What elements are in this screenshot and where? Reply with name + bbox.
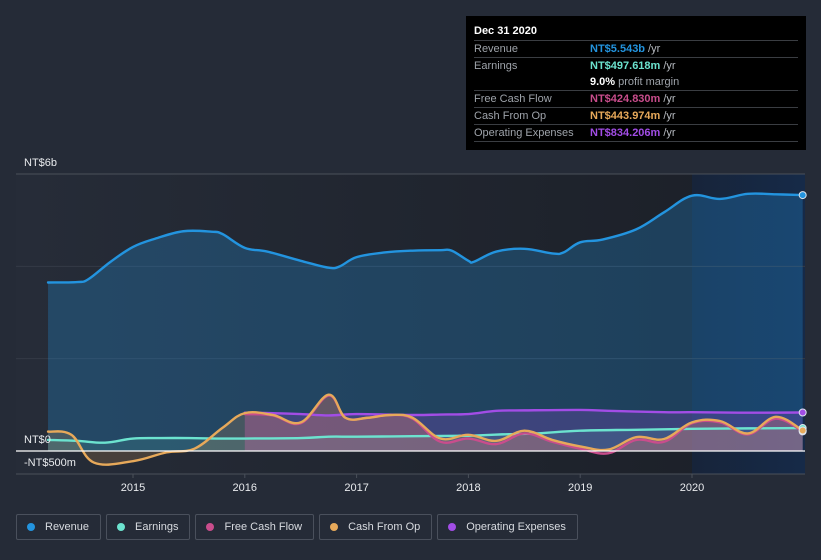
tooltip-value: NT$497.618m: [590, 60, 661, 72]
operating-expenses-end-point: [798, 408, 807, 417]
tooltip-row-earnings: Earnings NT$497.618m /yr: [474, 58, 798, 74]
x-tick-label: 2016: [233, 482, 257, 494]
tooltip-label: Cash From Op: [474, 110, 547, 122]
revenue-end-point: [798, 191, 807, 200]
profit-margin-label: profit margin: [618, 76, 680, 88]
tooltip-row-opex: Operating Expenses NT$834.206m /yr: [474, 125, 798, 142]
x-tick-label: 2019: [568, 482, 592, 494]
x-tick-label: 2015: [121, 482, 145, 494]
x-tick-label: 2017: [344, 482, 368, 494]
tooltip-unit: /yr: [663, 127, 676, 139]
tooltip-value: NT$5.543b: [590, 43, 646, 55]
legend-label: Earnings: [135, 521, 179, 533]
tooltip-unit: /yr: [663, 60, 676, 72]
legend-label: Free Cash Flow: [224, 521, 303, 533]
tooltip-row-cfo: Cash From Op NT$443.974m /yr: [474, 108, 798, 125]
tooltip-date: Dec 31 2020: [474, 23, 798, 41]
legend-label: Revenue: [45, 521, 90, 533]
legend-item-earnings[interactable]: Earnings: [106, 514, 191, 540]
operating-expenses-dot-icon: [448, 523, 457, 531]
x-tick-label: 2020: [680, 482, 704, 494]
tooltip-row-revenue: Revenue NT$5.543b /yr: [474, 41, 798, 58]
legend-item-revenue[interactable]: Revenue: [16, 514, 102, 540]
legend-item-free-cash-flow[interactable]: Free Cash Flow: [195, 514, 315, 540]
cash-from-op-end-point: [798, 426, 807, 435]
tooltip-label: Earnings: [474, 60, 518, 72]
x-tick-label: 2018: [456, 482, 480, 494]
tooltip-label: Operating Expenses: [474, 127, 574, 139]
tooltip-row-fcf: Free Cash Flow NT$424.830m /yr: [474, 91, 798, 108]
tooltip-unit: /yr: [648, 43, 661, 55]
revenue-dot-icon: [27, 523, 35, 531]
free-cash-flow-dot-icon: [206, 523, 215, 531]
tooltip: Dec 31 2020 Revenue NT$5.543b /yr Earnin…: [466, 16, 806, 150]
tooltip-label: Free Cash Flow: [474, 93, 552, 105]
tooltip-label: Revenue: [474, 43, 519, 55]
y-label-zero: NT$0: [24, 434, 51, 446]
tooltip-unit: /yr: [663, 110, 676, 122]
legend-label: Operating Expenses: [466, 521, 566, 533]
earnings-dot-icon: [117, 523, 126, 531]
tooltip-value: NT$443.974m: [590, 110, 661, 122]
y-label-top: NT$6b: [24, 157, 57, 169]
x-tick-labels: 2015 2016 2017 2018 2019 2020: [121, 474, 704, 494]
legend: Revenue Earnings Free Cash Flow Cash Fro…: [16, 514, 578, 540]
tooltip-value: NT$834.206m: [590, 127, 661, 139]
cash-from-op-dot-icon: [330, 523, 339, 531]
legend-item-operating-expenses[interactable]: Operating Expenses: [437, 514, 578, 540]
tooltip-row-margin: 9.0% profit margin: [474, 74, 798, 91]
y-label-min: -NT$500m: [24, 457, 76, 469]
profit-margin-value: 9.0%: [590, 76, 616, 88]
tooltip-value: NT$424.830m: [590, 93, 661, 105]
tooltip-unit: /yr: [663, 93, 676, 105]
legend-label: Cash From Op: [348, 521, 421, 533]
tooltip-label: [474, 74, 590, 90]
legend-item-cash-from-op[interactable]: Cash From Op: [319, 514, 433, 540]
